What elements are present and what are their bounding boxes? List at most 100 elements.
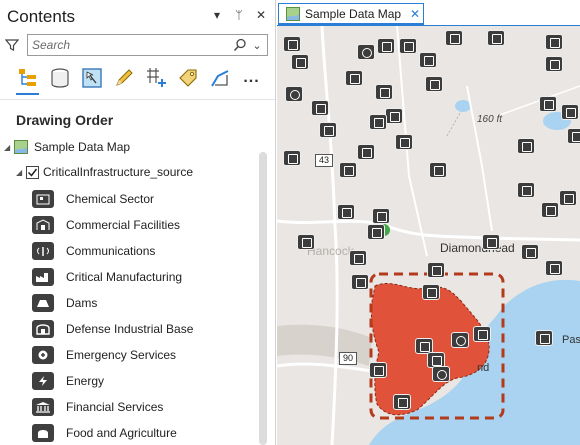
collapse-triangle-icon[interactable]: ◢ xyxy=(4,143,14,152)
elevation-label: 160 ft xyxy=(477,114,503,125)
legend-item: Financial Services xyxy=(32,394,193,420)
infrastructure-point[interactable] xyxy=(473,326,491,342)
legend-item: Emergency Services xyxy=(32,342,193,368)
legend-item: Energy xyxy=(32,368,193,394)
infrastructure-point[interactable] xyxy=(422,284,440,300)
list-by-perspective-imagery-icon[interactable] xyxy=(208,66,231,89)
legend-label: Commercial Facilities xyxy=(66,218,181,232)
infrastructure-point[interactable] xyxy=(539,96,557,112)
place-label-diamondhead: Diamondhead xyxy=(440,241,515,255)
infrastructure-point[interactable] xyxy=(425,76,443,92)
highway-43-shield: 43 xyxy=(315,154,334,167)
list-by-editing-icon[interactable] xyxy=(112,66,135,89)
dams-icon xyxy=(32,294,54,312)
infrastructure-point[interactable] xyxy=(319,122,337,138)
infrastructure-point[interactable] xyxy=(375,84,393,100)
infrastructure-point[interactable] xyxy=(429,162,447,178)
more-options-icon[interactable]: ... xyxy=(240,66,263,89)
infrastructure-point[interactable] xyxy=(357,144,375,160)
filter-icon[interactable] xyxy=(5,38,19,52)
infrastructure-point[interactable] xyxy=(372,208,390,224)
infrastructure-point[interactable] xyxy=(567,128,580,144)
legend-item: Commercial Facilities xyxy=(32,212,193,238)
search-input[interactable] xyxy=(32,36,233,54)
legend-label: Defense Industrial Base xyxy=(66,322,194,336)
infrastructure-point[interactable] xyxy=(545,34,563,50)
infrastructure-point[interactable] xyxy=(482,234,500,250)
emergency-services-icon xyxy=(32,346,54,364)
legend-label: Dams xyxy=(66,296,98,310)
infrastructure-point[interactable] xyxy=(427,262,445,278)
legend-label: Energy xyxy=(66,374,105,388)
legend-item: Food and Agriculture xyxy=(32,420,193,445)
infrastructure-point[interactable] xyxy=(432,366,450,382)
tab-sample-data-map[interactable]: Sample Data Map ✕ xyxy=(278,3,424,25)
list-by-drawing-order-icon[interactable] xyxy=(16,66,39,95)
infrastructure-point[interactable] xyxy=(395,134,413,150)
layer-tree-item[interactable]: ◢ CriticalInfrastructure_source xyxy=(16,165,193,179)
infrastructure-point[interactable] xyxy=(337,204,355,220)
drawing-order-heading: Drawing Order xyxy=(16,112,114,128)
defense-industrial-base-icon xyxy=(32,320,54,338)
map-tree-item[interactable]: ◢ Sample Data Map xyxy=(4,140,130,154)
infrastructure-point[interactable] xyxy=(291,54,309,70)
infrastructure-point[interactable] xyxy=(545,260,563,276)
infrastructure-point[interactable] xyxy=(419,52,437,68)
infrastructure-point[interactable] xyxy=(349,250,367,266)
contents-scrollbar[interactable] xyxy=(259,152,267,445)
infrastructure-point[interactable] xyxy=(535,330,553,346)
list-by-source-icon[interactable] xyxy=(48,66,71,89)
layer-visibility-checkbox[interactable] xyxy=(26,165,39,179)
infrastructure-point[interactable] xyxy=(517,182,535,198)
infrastructure-point[interactable] xyxy=(283,36,301,52)
pane-title: Contents xyxy=(7,7,76,26)
infrastructure-point[interactable] xyxy=(561,104,579,120)
map-view[interactable]: 160 ft 43 Diamondhead Hancock 90 Pas nd xyxy=(277,26,580,445)
infrastructure-point[interactable] xyxy=(559,190,577,206)
infrastructure-point[interactable] xyxy=(545,56,563,72)
infrastructure-point[interactable] xyxy=(521,244,539,260)
legend-item: Defense Industrial Base xyxy=(32,316,193,342)
pane-controls: ▾ ᛘ ✕ xyxy=(211,8,267,22)
collapse-triangle-icon[interactable]: ◢ xyxy=(16,168,26,177)
app-window: Contents ▾ ᛘ ✕ ⌄ xyxy=(0,0,580,445)
search-icon[interactable] xyxy=(233,38,247,52)
infrastructure-point[interactable] xyxy=(369,114,387,130)
legend-label: Emergency Services xyxy=(66,348,177,362)
infrastructure-point[interactable] xyxy=(451,332,469,348)
list-by-labeling-icon[interactable] xyxy=(176,66,199,89)
infrastructure-point[interactable] xyxy=(393,394,411,410)
infrastructure-point[interactable] xyxy=(399,38,417,54)
infrastructure-point[interactable] xyxy=(311,100,329,116)
infrastructure-point[interactable] xyxy=(367,224,385,240)
infrastructure-point[interactable] xyxy=(351,274,369,290)
infrastructure-point[interactable] xyxy=(369,362,387,378)
layer-tree-label: CriticalInfrastructure_source xyxy=(43,165,194,179)
toolbar-divider xyxy=(0,99,275,100)
infrastructure-point[interactable] xyxy=(517,138,535,154)
infrastructure-point[interactable] xyxy=(377,38,395,54)
infrastructure-point[interactable] xyxy=(385,108,403,124)
critical-manufacturing-icon xyxy=(32,268,54,286)
commercial-facilities-icon xyxy=(32,216,54,234)
infrastructure-point[interactable] xyxy=(297,234,315,250)
close-icon[interactable]: ✕ xyxy=(255,8,267,22)
infrastructure-point[interactable] xyxy=(285,86,303,102)
financial-services-icon xyxy=(32,398,54,416)
pin-icon[interactable]: ᛘ xyxy=(233,8,245,22)
legend-list: Chemical Sector Commercial Facilities Co… xyxy=(32,186,193,445)
infrastructure-point[interactable] xyxy=(339,162,357,178)
food-and-agriculture-icon xyxy=(32,424,54,442)
list-by-selection-icon[interactable] xyxy=(80,66,103,89)
infrastructure-point[interactable] xyxy=(445,30,463,46)
search-dropdown-icon[interactable]: ⌄ xyxy=(251,39,263,52)
list-by-snapping-icon[interactable] xyxy=(144,66,167,89)
infrastructure-point[interactable] xyxy=(541,202,559,218)
infrastructure-point[interactable] xyxy=(357,44,375,60)
infrastructure-point[interactable] xyxy=(283,150,301,166)
place-label-fragment: nd xyxy=(477,362,490,374)
infrastructure-point[interactable] xyxy=(345,70,363,86)
infrastructure-point[interactable] xyxy=(487,30,505,46)
close-tab-icon[interactable]: ✕ xyxy=(407,7,423,21)
pane-menu-icon[interactable]: ▾ xyxy=(211,8,223,22)
